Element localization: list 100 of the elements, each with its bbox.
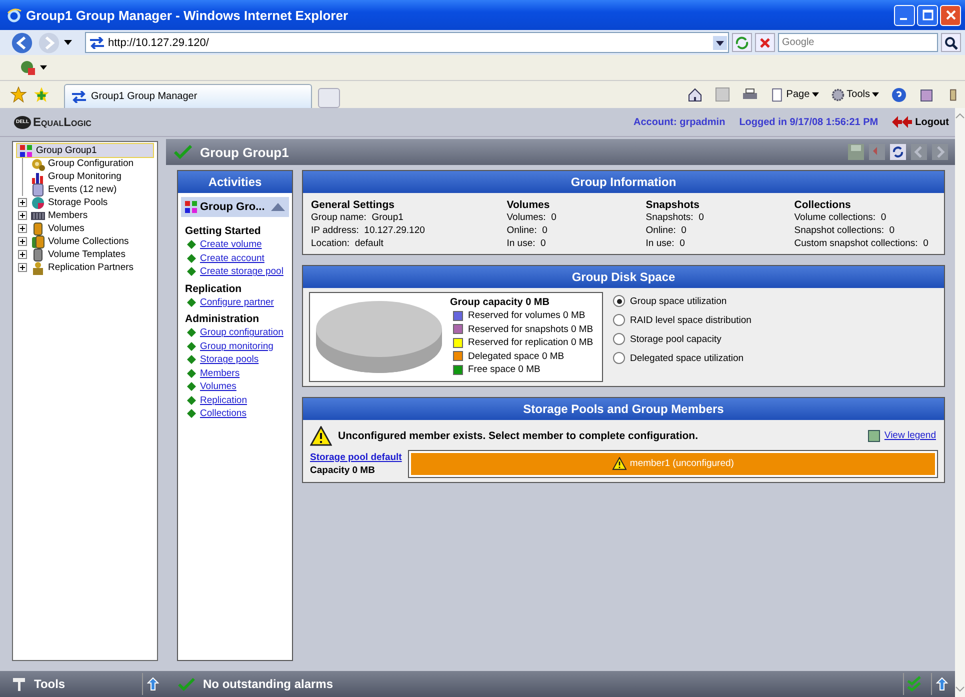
- address-field[interactable]: http://10.127.29.120/: [85, 32, 729, 53]
- gear-icon: [830, 88, 845, 102]
- bullet-icon: [187, 355, 196, 364]
- activity-link[interactable]: Group configuration: [200, 327, 284, 338]
- save-icon[interactable]: [847, 143, 865, 161]
- pool-link[interactable]: Storage pool default: [310, 452, 402, 462]
- activity-link[interactable]: Create volume: [200, 239, 262, 250]
- activity-link[interactable]: Configure partner: [200, 296, 274, 308]
- gear-icon: [31, 156, 45, 170]
- page-icon: [770, 88, 784, 102]
- tree-item[interactable]: Replication Partners: [29, 261, 136, 274]
- hammer-icon: [12, 677, 26, 691]
- view-legend-link[interactable]: View legend: [884, 430, 936, 441]
- double-arrow-icon: [892, 116, 912, 128]
- expand-up-button[interactable]: [142, 673, 162, 695]
- add-on-icon[interactable]: [20, 60, 36, 76]
- tree-item[interactable]: Group Group1: [17, 144, 153, 157]
- expand-icon[interactable]: [18, 224, 26, 233]
- add-favorite-icon[interactable]: [33, 86, 50, 103]
- stop-button[interactable]: [755, 33, 775, 52]
- caret-icon[interactable]: [64, 40, 72, 45]
- expand-icon[interactable]: [18, 198, 26, 207]
- close-button[interactable]: [940, 4, 961, 26]
- site-icon: [89, 36, 105, 48]
- group-selector[interactable]: Group Gro...: [181, 197, 289, 217]
- double-check-icon: [906, 676, 920, 692]
- expand-icon[interactable]: [18, 211, 26, 220]
- star-icon[interactable]: [10, 86, 27, 103]
- expand-icon[interactable]: [18, 237, 26, 246]
- pool-capacity: Capacity 0 MB: [310, 464, 376, 476]
- activity-link[interactable]: Members: [200, 368, 240, 379]
- collapse-icon[interactable]: [271, 203, 285, 211]
- maximize-button[interactable]: [917, 4, 938, 26]
- section-heading: Replication: [185, 282, 243, 294]
- radio-option[interactable]: RAID level space distribution: [613, 313, 752, 327]
- bullet-icon: [187, 267, 196, 276]
- info-line: Location: default: [311, 237, 384, 250]
- tree-item[interactable]: Volume Collections: [29, 235, 131, 248]
- bullet-icon: [187, 254, 196, 263]
- refresh-icon[interactable]: [889, 143, 907, 161]
- command-menu[interactable]: Page: [770, 88, 819, 102]
- activity-link[interactable]: Create account: [200, 252, 264, 264]
- section-heading: Getting Started: [185, 225, 262, 237]
- browser-tab[interactable]: Group1 Group Manager: [64, 84, 312, 108]
- radio-option[interactable]: Delegated space utilization: [613, 351, 752, 365]
- tree-item[interactable]: Storage Pools: [29, 196, 110, 209]
- tree-item[interactable]: Events (12 new): [29, 183, 119, 196]
- back-button[interactable]: [10, 30, 34, 54]
- expand-icon[interactable]: [18, 263, 26, 272]
- close-icon: [944, 9, 956, 21]
- logout-button[interactable]: Logout: [892, 116, 949, 128]
- activity-link[interactable]: Volumes: [200, 381, 236, 392]
- search-button[interactable]: [941, 33, 961, 52]
- info-line: Snapshot collections: 0: [794, 224, 896, 237]
- tab-title: Group1 Group Manager: [91, 91, 198, 102]
- caret-icon[interactable]: [40, 65, 47, 70]
- column-heading: Volumes: [506, 199, 551, 211]
- help-icon[interactable]: [891, 86, 907, 102]
- login-time: Logged in 9/17/08 1:56:21 PM: [739, 116, 878, 128]
- info-line: Online: 0: [506, 224, 548, 237]
- activity-link[interactable]: Collections: [200, 408, 246, 420]
- tree-item[interactable]: Members: [29, 209, 90, 222]
- tools-bar[interactable]: Tools: [0, 671, 166, 697]
- tools-label: Tools: [34, 677, 66, 691]
- info-line: Custom snapshot collections: 0: [794, 237, 930, 250]
- activity-link[interactable]: Storage pools: [200, 354, 259, 366]
- search-icon: [943, 34, 959, 50]
- scrollbar[interactable]: [955, 108, 965, 697]
- tree-item[interactable]: Group Configuration: [29, 157, 136, 170]
- person-icon: [31, 260, 45, 274]
- info-line: Volume collections: 0: [794, 211, 888, 224]
- site-icon: [71, 90, 87, 102]
- tree-item[interactable]: Volume Templates: [29, 248, 128, 261]
- grid-icon: [184, 200, 198, 214]
- legend-icon: [868, 430, 880, 442]
- alarm-status: No outstanding alarms: [203, 677, 334, 691]
- bullet-icon: [187, 328, 196, 338]
- refresh-button[interactable]: [732, 33, 752, 52]
- expand-up-button[interactable]: [931, 673, 951, 695]
- activity-link[interactable]: Create storage pool: [200, 266, 284, 278]
- bullet-icon: [187, 240, 196, 250]
- next-icon[interactable]: [931, 143, 949, 161]
- check-icon: [174, 145, 192, 159]
- search-field[interactable]: Google: [778, 33, 938, 52]
- activity-link[interactable]: Group monitoring: [200, 340, 274, 352]
- command-menu[interactable]: Tools: [830, 88, 879, 102]
- home-icon[interactable]: [687, 86, 704, 102]
- scroll-down-icon[interactable]: [955, 685, 965, 693]
- minimize-button[interactable]: [894, 4, 915, 26]
- tree-item[interactable]: Volumes: [29, 222, 86, 235]
- scroll-up-icon[interactable]: [955, 112, 965, 120]
- tree-item[interactable]: Group Monitoring: [29, 170, 124, 183]
- legend-title: Group capacity 0 MB: [450, 297, 550, 308]
- browser-logo-icon: [6, 7, 22, 23]
- acknowledge-button[interactable]: [903, 673, 923, 695]
- dropdown-icon[interactable]: [713, 36, 727, 50]
- radio-option[interactable]: Storage pool capacity: [613, 332, 752, 346]
- expand-icon[interactable]: [18, 250, 26, 259]
- activity-link[interactable]: Replication: [200, 394, 247, 406]
- radio-option[interactable]: Group space utilization: [613, 294, 752, 308]
